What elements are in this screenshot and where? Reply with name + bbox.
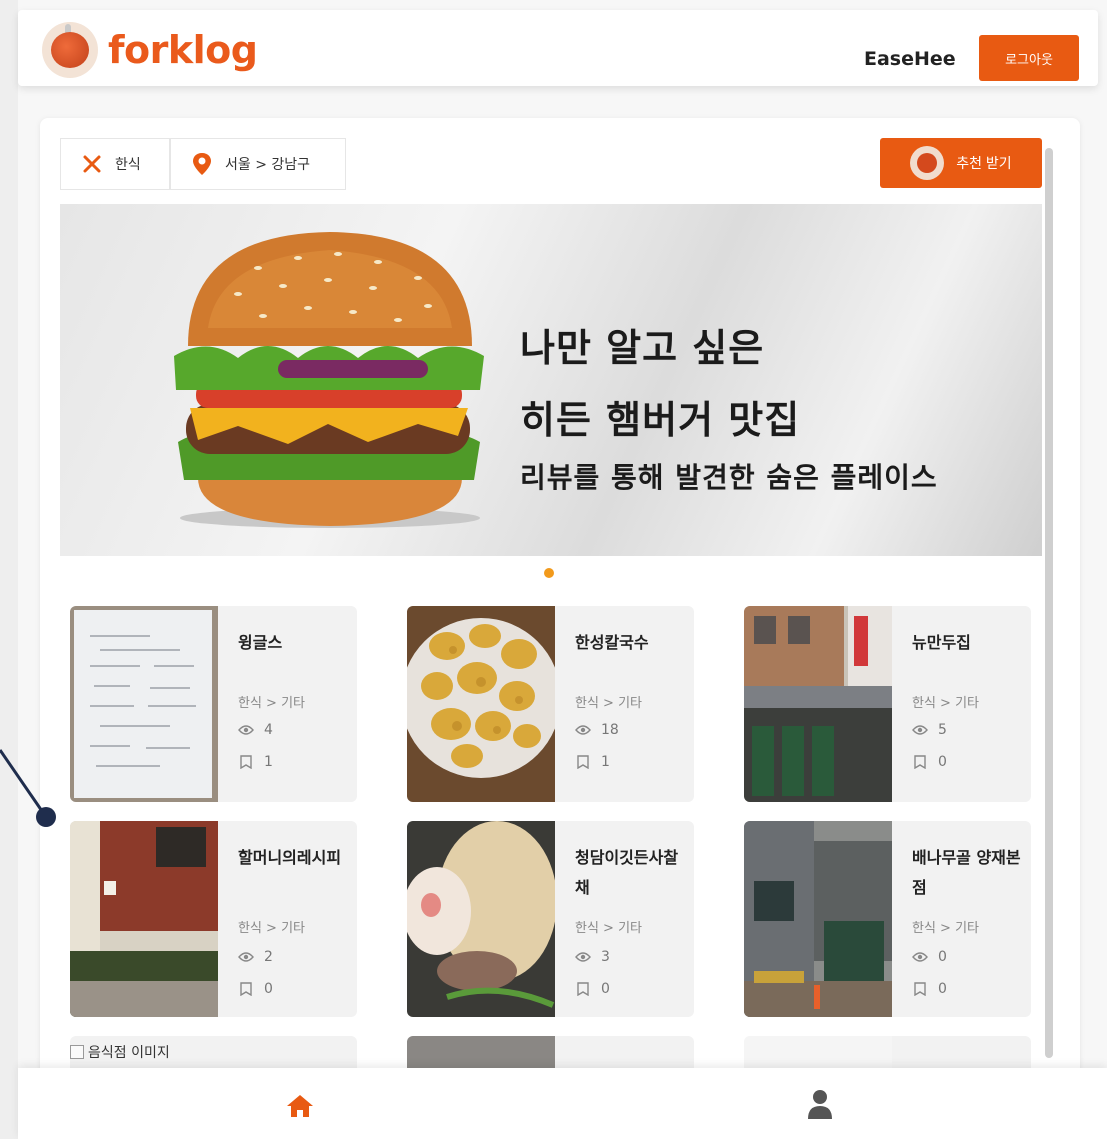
bookmark-icon <box>912 754 928 770</box>
view-count: 2 <box>238 949 273 965</box>
nav-profile[interactable] <box>802 1086 838 1122</box>
view-count: 0 <box>912 949 947 965</box>
food-category-filter[interactable]: 한식 <box>60 138 170 190</box>
image-alt-text: 음식점 이미지 <box>88 1045 170 1061</box>
restaurant-image <box>70 821 218 1017</box>
bookmark-count: 0 <box>912 981 947 997</box>
carousel-dot[interactable] <box>544 568 554 578</box>
top-bar: forklog EaseHee 로그아웃 <box>18 10 1098 86</box>
recommend-button-label: 추천 받기 <box>956 155 1012 171</box>
restaurant-category: 한식 > 기타 <box>575 921 642 936</box>
bookmark-count: 0 <box>238 981 273 997</box>
user-icon <box>808 1090 832 1119</box>
view-count: 18 <box>575 722 619 738</box>
logout-button[interactable]: 로그아웃 <box>979 35 1079 81</box>
restaurant-name: 할머니의레시피 <box>238 848 342 867</box>
bookmark-count-value: 1 <box>601 754 610 770</box>
user-name: EaseHee <box>864 48 956 70</box>
eye-icon <box>912 722 928 738</box>
restaurant-name: 배나무골 양재본점 <box>912 848 1021 897</box>
restaurant-category: 한식 > 기타 <box>238 696 305 711</box>
restaurant-category: 한식 > 기타 <box>575 696 642 711</box>
location-label: 서울 > 강남구 <box>225 157 311 173</box>
eye-icon <box>238 722 254 738</box>
bookmark-icon <box>575 754 591 770</box>
view-count-value: 5 <box>938 722 947 738</box>
view-count-value: 0 <box>938 949 947 965</box>
bookmark-icon <box>238 981 254 997</box>
burger-image <box>174 232 484 528</box>
scrollbar[interactable] <box>1045 148 1053 1058</box>
home-icon <box>287 1095 313 1117</box>
restaurant-image <box>407 606 555 802</box>
bookmark-count: 0 <box>912 754 947 770</box>
bookmark-icon <box>238 754 254 770</box>
fork-knife-icon <box>81 153 103 175</box>
promo-banner[interactable]: 나만 알고 싶은 히든 햄버거 맛집 리뷰를 통해 발견한 숨은 플레이스 <box>60 204 1042 556</box>
view-count-value: 18 <box>601 722 619 738</box>
banner-headline-1: 나만 알고 싶은 <box>520 326 765 370</box>
banner-subline: 리뷰를 통해 발견한 숨은 플레이스 <box>520 461 938 494</box>
bookmark-count: 1 <box>238 754 273 770</box>
bookmark-count-value: 0 <box>938 754 947 770</box>
restaurant-name: 윙글스 <box>238 633 283 652</box>
restaurant-image: 음식점 이미지 <box>70 1042 170 1062</box>
restaurant-card[interactable]: 한성칼국수 한식 > 기타 18 1 <box>407 606 694 802</box>
main-content: 한식 서울 > 강남구 추천 받기 나만 알고 싶은 히든 햄버거 맛집 리뷰를… <box>40 118 1080 1078</box>
eye-icon <box>575 949 591 965</box>
bookmark-icon <box>575 981 591 997</box>
eye-icon <box>575 722 591 738</box>
bookmark-count: 1 <box>575 754 610 770</box>
restaurant-image <box>744 606 892 802</box>
view-count-value: 2 <box>264 949 273 965</box>
restaurant-card[interactable]: 배나무골 양재본점 한식 > 기타 0 0 <box>744 821 1031 1017</box>
eye-icon <box>238 949 254 965</box>
map-pin-icon <box>191 153 213 175</box>
eye-icon <box>912 949 928 965</box>
annotation-pointer <box>0 749 56 827</box>
location-filter[interactable]: 서울 > 강남구 <box>170 138 346 190</box>
restaurant-card[interactable]: 윙글스 한식 > 기타 4 1 <box>70 606 357 802</box>
logo[interactable]: forklog <box>42 22 258 78</box>
restaurant-card[interactable]: 뉴만두집 한식 > 기타 5 0 <box>744 606 1031 802</box>
restaurant-name: 청담이깃든사찰채 <box>575 848 679 897</box>
restaurant-card[interactable]: 할머니의레시피 한식 > 기타 2 0 <box>70 821 357 1017</box>
recommend-button[interactable]: 추천 받기 <box>880 138 1042 188</box>
view-count: 5 <box>912 722 947 738</box>
restaurant-image <box>407 821 555 1017</box>
restaurant-name: 한성칼국수 <box>575 633 649 652</box>
restaurant-category: 한식 > 기타 <box>912 696 979 711</box>
food-plate-icon <box>910 146 945 180</box>
restaurant-category: 한식 > 기타 <box>238 921 305 936</box>
nav-home[interactable] <box>282 1088 318 1124</box>
bottom-nav <box>18 1068 1107 1139</box>
app-frame: forklog EaseHee 로그아웃 한식 서울 > 강남구 추천 받기 나… <box>18 0 1107 1139</box>
restaurant-category: 한식 > 기타 <box>912 921 979 936</box>
broken-image-icon <box>70 1045 84 1059</box>
view-count: 3 <box>575 949 610 965</box>
bookmark-count-value: 0 <box>264 981 273 997</box>
banner-text: 나만 알고 싶은 히든 햄버거 맛집 리뷰를 통해 발견한 숨은 플레이스 <box>520 312 938 500</box>
view-count-value: 4 <box>264 722 273 738</box>
bookmark-icon <box>912 981 928 997</box>
restaurant-image <box>744 821 892 1017</box>
bookmark-count: 0 <box>575 981 610 997</box>
view-count-value: 3 <box>601 949 610 965</box>
logo-text: forklog <box>108 28 258 72</box>
logo-mark-icon <box>42 22 98 78</box>
view-count: 4 <box>238 722 273 738</box>
bookmark-count-value: 1 <box>264 754 273 770</box>
food-category-label: 한식 <box>115 157 141 173</box>
restaurant-card[interactable]: 청담이깃든사찰채 한식 > 기타 3 0 <box>407 821 694 1017</box>
restaurant-name: 뉴만두집 <box>912 633 971 652</box>
banner-headline-2: 히든 햄버거 맛집 <box>520 398 801 442</box>
restaurant-image <box>70 606 218 802</box>
bookmark-count-value: 0 <box>938 981 947 997</box>
bookmark-count-value: 0 <box>601 981 610 997</box>
